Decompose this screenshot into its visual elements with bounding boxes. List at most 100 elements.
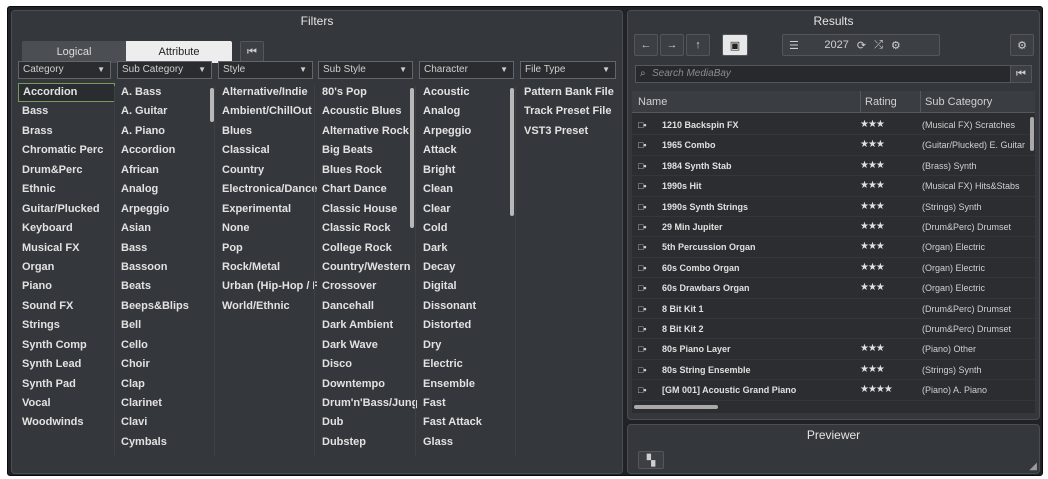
- filter-item[interactable]: Urban (Hip-Hop / R&B): [218, 277, 317, 296]
- column-header-file-type[interactable]: File Type ▼: [520, 61, 616, 79]
- horizontal-scrollbar[interactable]: [634, 405, 718, 409]
- vertical-scrollbar[interactable]: [1030, 117, 1034, 151]
- filter-item[interactable]: Analog: [419, 102, 518, 121]
- filter-item[interactable]: Alternative/Indie: [218, 83, 317, 102]
- refresh-icon[interactable]: ⟳: [857, 39, 866, 52]
- filter-item[interactable]: Distorted: [419, 316, 518, 335]
- filter-item[interactable]: Classic House: [318, 200, 417, 219]
- filter-item[interactable]: None: [218, 219, 317, 238]
- table-row[interactable]: □▪ 1965 Combo ★★★ (Guitar/Plucked) E. Guita…: [632, 135, 1035, 156]
- filter-item[interactable]: Clavi: [117, 413, 216, 432]
- filter-item[interactable]: Acoustic: [419, 83, 518, 102]
- filter-item[interactable]: Dark: [419, 239, 518, 258]
- resize-handle-icon[interactable]: ◢: [1029, 461, 1037, 472]
- filter-item[interactable]: Bassoon: [117, 258, 216, 277]
- filter-item[interactable]: Choir: [117, 355, 216, 374]
- filter-item[interactable]: Chart Dance: [318, 180, 417, 199]
- filter-item[interactable]: Bell: [117, 316, 216, 335]
- filter-item[interactable]: Fast Attack: [419, 413, 518, 432]
- filter-item[interactable]: Classic Rock: [318, 219, 417, 238]
- filter-item[interactable]: Asian: [117, 219, 216, 238]
- filter-item[interactable]: Organ: [18, 258, 115, 277]
- search-reset-button[interactable]: ⏮: [1010, 65, 1032, 83]
- table-row[interactable]: □▪ 1990s Synth Strings ★★★ (Strings) Synth: [632, 197, 1035, 217]
- filter-item[interactable]: Track Preset File: [520, 102, 616, 121]
- filter-item[interactable]: Bass: [117, 239, 216, 258]
- filter-item[interactable]: Blues Rock: [318, 161, 417, 180]
- filter-item[interactable]: Piano: [18, 277, 115, 296]
- table-row[interactable]: □▪ 80s String Ensemble ★★★ (Strings) Synth: [632, 360, 1035, 381]
- filter-item[interactable]: Beeps&Blips: [117, 297, 216, 316]
- filter-item[interactable]: Arpeggio: [117, 200, 216, 219]
- filter-item[interactable]: Chromatic Perc: [18, 141, 115, 160]
- filter-item[interactable]: Cello: [117, 336, 216, 355]
- filter-item[interactable]: Crossover: [318, 277, 417, 296]
- filter-item[interactable]: Synth Lead: [18, 355, 115, 374]
- filter-item[interactable]: Clap: [117, 375, 216, 394]
- filter-item[interactable]: Dissonant: [419, 297, 518, 316]
- filter-item[interactable]: Ethnic: [18, 180, 115, 199]
- filter-item[interactable]: Guitar/Plucked: [18, 200, 115, 219]
- filter-item[interactable]: Woodwinds: [18, 413, 115, 432]
- filter-item[interactable]: Dubstep: [318, 433, 417, 452]
- table-row[interactable]: □▪ 60s Combo Organ ★★★ (Organ) Electric: [632, 258, 1035, 279]
- filter-item[interactable]: Brass: [18, 122, 115, 141]
- name-column-header[interactable]: Name: [638, 91, 667, 113]
- filter-item[interactable]: A. Piano: [117, 122, 216, 141]
- filter-item[interactable]: Ambient/ChillOut: [218, 102, 317, 121]
- logical-mode-button[interactable]: Logical: [22, 41, 126, 63]
- filter-item[interactable]: Drum&Perc: [18, 161, 115, 180]
- filter-item[interactable]: Clear: [419, 200, 518, 219]
- filter-item[interactable]: Digital: [419, 277, 518, 296]
- filter-item[interactable]: African: [117, 161, 216, 180]
- filter-item[interactable]: Pop: [218, 239, 317, 258]
- table-row[interactable]: □▪ 1990s Hit ★★★ (Musical FX) Hits&Stabs: [632, 176, 1035, 197]
- filter-item[interactable]: Downtempo: [318, 375, 417, 394]
- filter-item[interactable]: Dark Wave: [318, 336, 417, 355]
- filter-item[interactable]: Ensemble: [419, 375, 518, 394]
- filter-item[interactable]: Attack: [419, 141, 518, 160]
- filter-item[interactable]: Blues: [218, 122, 317, 141]
- filter-item[interactable]: Vocal: [18, 394, 115, 413]
- filter-item[interactable]: Clean: [419, 180, 518, 199]
- table-row[interactable]: □▪ 1210 Backspin FX ★★★ (Musical FX) Scratc…: [632, 115, 1035, 136]
- filter-item[interactable]: Big Beats: [318, 141, 417, 160]
- filter-item[interactable]: Accordion: [117, 141, 216, 160]
- filter-item[interactable]: Disco: [318, 355, 417, 374]
- filter-item[interactable]: Alternative Rock: [318, 122, 417, 141]
- table-row[interactable]: □▪ [GM 001] Acoustic Grand Piano ★★★★ (Pian…: [632, 380, 1035, 401]
- filter-item[interactable]: Cymbals: [117, 433, 216, 452]
- filter-item[interactable]: Beats: [117, 277, 216, 296]
- filter-item[interactable]: Country: [218, 161, 317, 180]
- filter-item[interactable]: Classical: [218, 141, 317, 160]
- filter-item[interactable]: Arpeggio: [419, 122, 518, 141]
- filter-item[interactable]: Electric: [419, 355, 518, 374]
- filter-item[interactable]: Bright: [419, 161, 518, 180]
- table-row[interactable]: □▪ 29 Min Jupiter ★★★ (Drum&Perc) Drumset: [632, 217, 1035, 238]
- column-header-character[interactable]: Character ▼: [419, 61, 514, 79]
- up-button[interactable]: ↑: [686, 34, 710, 56]
- filter-item[interactable]: Dancehall: [318, 297, 417, 316]
- search-input[interactable]: ⌕ Search MediaBay: [635, 65, 1032, 83]
- filter-item[interactable]: A. Bass: [117, 83, 216, 102]
- filter-item[interactable]: Dub: [318, 413, 417, 432]
- filter-item[interactable]: Sound FX: [18, 297, 115, 316]
- filter-item[interactable]: Cold: [419, 219, 518, 238]
- table-row[interactable]: □▪ 80s Piano Layer ★★★ (Piano) Other: [632, 339, 1035, 360]
- filter-item[interactable]: Experimental: [218, 200, 317, 219]
- filter-item[interactable]: Synth Pad: [18, 375, 115, 394]
- column-header-category[interactable]: Category ▼: [18, 61, 111, 79]
- reset-filters-button[interactable]: ⏮: [240, 41, 264, 63]
- filter-item[interactable]: Musical FX: [18, 239, 115, 258]
- filter-item[interactable]: Acoustic Blues: [318, 102, 417, 121]
- filter-item[interactable]: College Rock: [318, 239, 417, 258]
- table-row[interactable]: □▪ 60s Drawbars Organ ★★★ (Organ) Electric: [632, 278, 1035, 299]
- filter-item[interactable]: Fast: [419, 394, 518, 413]
- filter-item[interactable]: Country/Western: [318, 258, 417, 277]
- filter-item[interactable]: A. Guitar: [117, 102, 216, 121]
- filter-item[interactable]: Rock/Metal: [218, 258, 317, 277]
- filter-item[interactable]: Keyboard: [18, 219, 115, 238]
- list-icon[interactable]: ☰: [789, 39, 799, 52]
- filter-item[interactable]: Electronica/Dance: [218, 180, 317, 199]
- column-scrollbar[interactable]: [510, 88, 514, 216]
